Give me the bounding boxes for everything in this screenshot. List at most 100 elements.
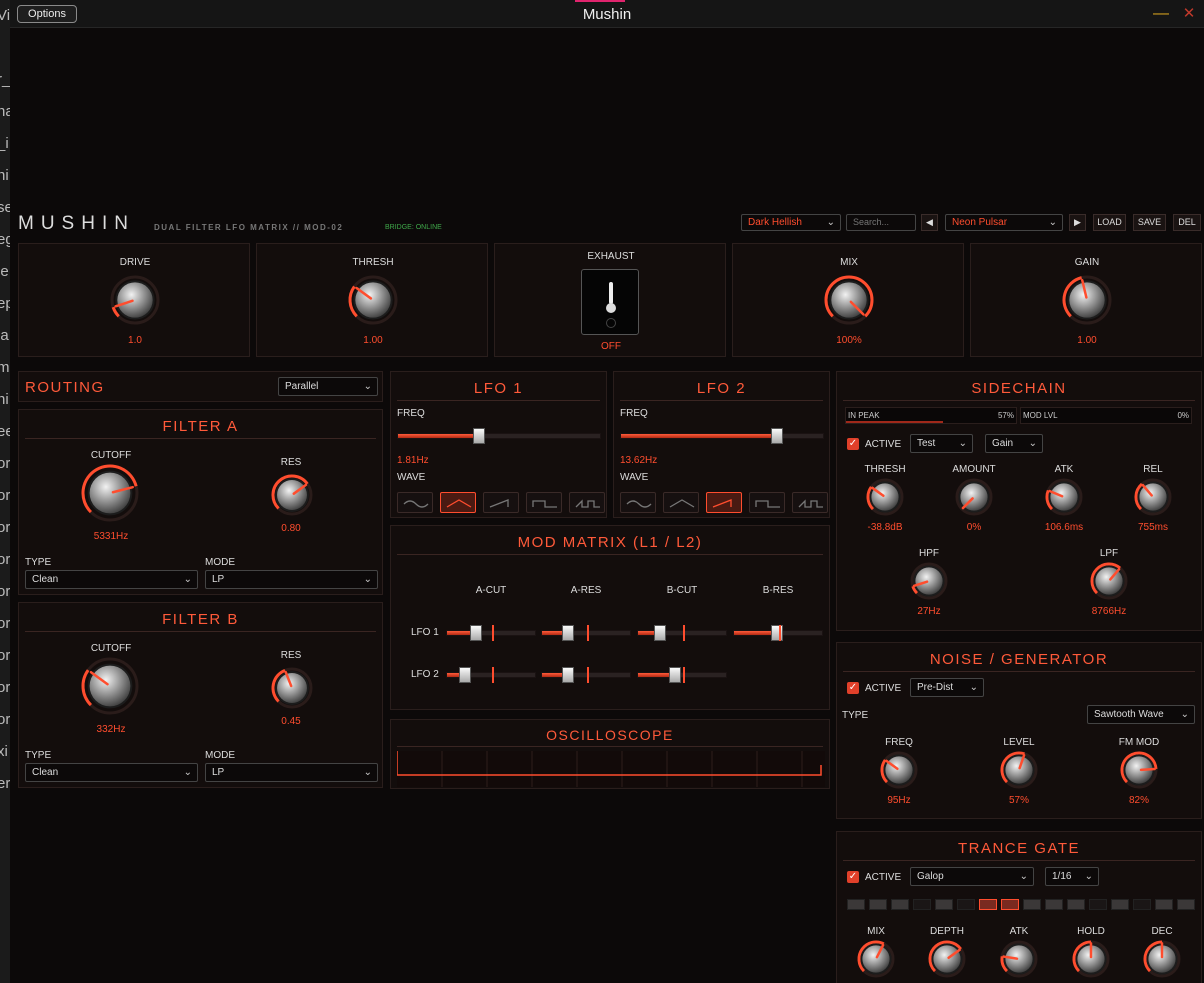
lfo1-wave-button-3[interactable] xyxy=(483,492,519,513)
thresh-knob[interactable] xyxy=(347,274,399,331)
filter-a-mode-select[interactable]: LP ⌄ xyxy=(205,570,378,589)
noise-fm-mod-label: FM MOD xyxy=(1118,737,1160,748)
background-text: or xyxy=(0,583,10,600)
gate-hold-label: HOLD xyxy=(1077,926,1105,937)
gate-depth-knob[interactable] xyxy=(927,939,967,983)
gate-atk-knob[interactable] xyxy=(999,939,1039,983)
gate-dec-knob[interactable] xyxy=(1142,939,1182,983)
slider-thumb[interactable] xyxy=(770,428,783,444)
slider-thumb[interactable] xyxy=(561,625,574,641)
delete-button[interactable]: DEL xyxy=(1173,214,1201,231)
lfo1-wave-button-5[interactable] xyxy=(569,492,605,513)
sine-wave-icon xyxy=(403,500,429,508)
next-preset-button[interactable]: ▶ xyxy=(1069,214,1086,231)
lfo2-wave-button-4[interactable] xyxy=(749,492,785,513)
lfo2-wave-selector xyxy=(620,492,828,514)
slider-thumb[interactable] xyxy=(669,667,682,683)
sidechain-atk-knob[interactable] xyxy=(1044,477,1084,522)
background-text: or xyxy=(0,647,10,664)
lfo1-wave-button-1[interactable] xyxy=(397,492,433,513)
drive-label: DRIVE xyxy=(119,257,151,268)
preset-select[interactable]: Neon Pulsar ⌄ xyxy=(945,214,1063,231)
mix-knob[interactable] xyxy=(823,274,875,331)
filter-b-mode-select[interactable]: LP ⌄ xyxy=(205,763,378,782)
gate-depth-label: DEPTH xyxy=(930,926,964,937)
noise-fm-mod-knob[interactable] xyxy=(1119,750,1159,795)
sidechain-thresh-knob[interactable] xyxy=(865,477,905,522)
noise-level-label: LEVEL xyxy=(1003,737,1035,748)
sidechain-panel: SIDECHAIN IN PEAK 57% MOD LVL 0% ✓ ACTIV… xyxy=(836,371,1202,631)
filter-b-res-knob[interactable] xyxy=(270,666,314,715)
lfo2-freq-slider[interactable] xyxy=(620,428,824,444)
exhaust-toggle-switch[interactable] xyxy=(581,269,639,335)
sidechain-lpf-knob[interactable] xyxy=(1089,561,1129,606)
lfo2-wave-button-5[interactable] xyxy=(792,492,828,513)
minimize-button[interactable]: — xyxy=(1152,5,1170,23)
filter-b-cutoff-label: CUTOFF xyxy=(90,643,132,654)
sine-wave-icon xyxy=(626,500,652,508)
lfo1-wave-button-4[interactable] xyxy=(526,492,562,513)
matrix-slider-lfo1-a-res[interactable] xyxy=(541,625,631,641)
lfo1-freq-slider[interactable] xyxy=(397,428,601,444)
drive-knob[interactable] xyxy=(109,274,161,331)
filter-a-cutoff-value: 5331Hz xyxy=(93,531,129,542)
trance-gate-panel: TRANCE GATE ✓ ACTIVE Galop ⌄ 1/16 ⌄ MIX DEP… xyxy=(836,831,1202,983)
background-text: le xyxy=(0,263,9,280)
filter-b-cutoff-knob[interactable] xyxy=(80,656,140,721)
matrix-slider-lfo2-b-cut[interactable] xyxy=(637,667,727,683)
slider-thumb[interactable] xyxy=(458,667,471,683)
noise-freq-knob[interactable] xyxy=(879,750,919,795)
background-text: Vi xyxy=(0,7,10,24)
save-button[interactable]: SAVE xyxy=(1133,214,1166,231)
lfo1-wave-button-2[interactable] xyxy=(440,492,476,513)
load-button[interactable]: LOAD xyxy=(1093,214,1126,231)
slider-thumb[interactable] xyxy=(561,667,574,683)
matrix-col-a-cut: A-CUT xyxy=(475,585,507,596)
gate-hold-knob[interactable] xyxy=(1071,939,1111,983)
sidechain-rel-knob[interactable] xyxy=(1133,477,1173,522)
filter-b-mode-label: MODE xyxy=(205,750,235,761)
mod-matrix-panel: MOD MATRIX (L1 / L2) A-CUT A-RES B-CUT B-RE… xyxy=(390,525,830,710)
matrix-slider-lfo2-a-res[interactable] xyxy=(541,667,631,683)
lfo2-wave-button-2[interactable] xyxy=(663,492,699,513)
sidechain-lpf-value: 8766Hz xyxy=(1091,606,1127,617)
mix-panel: MIX 100% xyxy=(732,243,964,357)
pulse-wave-icon xyxy=(798,499,823,508)
filter-a-type-select[interactable]: Clean ⌄ xyxy=(25,570,198,589)
slider-thumb[interactable] xyxy=(470,625,483,641)
matrix-slider-lfo2-a-cut[interactable] xyxy=(446,667,536,683)
background-text: m xyxy=(0,359,10,376)
oscilloscope-title: OSCILLOSCOPE xyxy=(546,727,674,743)
routing-mode-select[interactable]: Parallel ⌄ xyxy=(278,377,378,396)
gate-mix-knob[interactable] xyxy=(856,939,896,983)
gain-knob[interactable] xyxy=(1061,274,1113,331)
titlebar-accent xyxy=(575,0,625,2)
thresh-value: 1.00 xyxy=(363,335,383,346)
lfo2-title: LFO 2 xyxy=(696,380,747,397)
lfo2-wave-button-3[interactable] xyxy=(706,492,742,513)
sidechain-amount-knob[interactable] xyxy=(954,477,994,522)
gate-mix-label: MIX xyxy=(867,926,885,937)
thresh-label: THRESH xyxy=(352,257,394,268)
slider-thumb[interactable] xyxy=(653,625,666,641)
matrix-row-label: LFO 2 xyxy=(411,669,439,680)
matrix-slider-lfo1-b-cut[interactable] xyxy=(637,625,727,641)
matrix-slider-lfo1-b-res[interactable] xyxy=(733,625,823,641)
filter-b-type-select[interactable]: Clean ⌄ xyxy=(25,763,198,782)
preset-search-input[interactable] xyxy=(846,214,916,231)
close-button[interactable]: ✕ xyxy=(1180,5,1198,23)
lfo2-wave-button-1[interactable] xyxy=(620,492,656,513)
lfo1-panel: LFO 1 FREQ 1.81Hz WAVE xyxy=(390,371,607,518)
slider-thumb[interactable] xyxy=(472,428,485,444)
background-text: ee xyxy=(0,423,10,440)
background-text: or xyxy=(0,455,10,472)
routing-panel: ROUTING Parallel ⌄ xyxy=(18,371,383,402)
sidechain-hpf-knob[interactable] xyxy=(909,561,949,606)
theme-select[interactable]: Dark Hellish ⌄ xyxy=(741,214,841,231)
noise-level-knob[interactable] xyxy=(999,750,1039,795)
filter-a-res-knob[interactable] xyxy=(270,473,314,522)
matrix-slider-lfo1-a-cut[interactable] xyxy=(446,625,536,641)
background-text: ni xyxy=(0,391,9,408)
filter-a-cutoff-knob[interactable] xyxy=(80,463,140,528)
prev-preset-button[interactable]: ◀ xyxy=(921,214,938,231)
